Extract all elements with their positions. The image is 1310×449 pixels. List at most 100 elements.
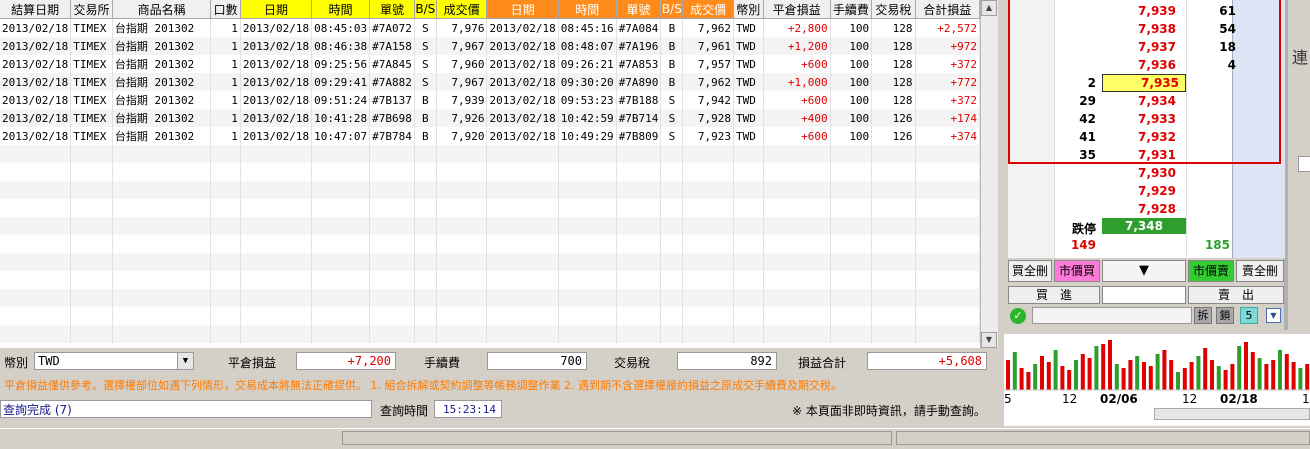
column-header[interactable]: 時間: [558, 0, 617, 19]
table-cell: [369, 217, 415, 235]
column-header[interactable]: 合計損益: [915, 0, 980, 19]
table-cell: 2013/02/18: [486, 37, 559, 55]
table-cell: [733, 217, 764, 235]
table-cell: [0, 217, 72, 235]
price-level[interactable]: 7,928: [1102, 202, 1186, 216]
table-row[interactable]: 2013/02/18 TIMEX 台指期 201302 1 2013/02/18 08:4…: [0, 37, 980, 55]
column-header[interactable]: B/S: [660, 0, 684, 19]
table-row[interactable]: 2013/02/18 TIMEX 台指期 201302 1 2013/02/18 10:4…: [0, 127, 980, 145]
table-cell: S: [414, 55, 437, 73]
table-cell: [311, 253, 371, 271]
column-header[interactable]: 交易稅: [871, 0, 916, 19]
table-cell: [0, 271, 72, 289]
sell-all-delete-button[interactable]: 賣全刪: [1236, 260, 1284, 282]
table-row[interactable]: [0, 253, 980, 271]
split-button[interactable]: 拆: [1194, 307, 1212, 324]
volume-bar: [1148, 366, 1153, 390]
table-cell: [436, 235, 488, 253]
market-sell-button[interactable]: 市價賣: [1188, 260, 1234, 282]
column-header[interactable]: 日期: [240, 0, 313, 19]
price-direction-button[interactable]: ▼: [1102, 260, 1186, 282]
table-cell: [616, 325, 662, 343]
volume-bar: [1203, 348, 1208, 390]
table-row[interactable]: 2013/02/18 TIMEX 台指期 201302 1 2013/02/18 09:2…: [0, 55, 980, 73]
table-row[interactable]: [0, 325, 980, 343]
market-buy-button[interactable]: 市價買: [1054, 260, 1100, 282]
table-cell: +1,000: [763, 73, 831, 91]
column-header[interactable]: 商品名稱: [112, 0, 212, 19]
table-cell: 1: [210, 109, 241, 127]
check-icon[interactable]: ✓: [1010, 308, 1026, 324]
table-row[interactable]: [0, 307, 980, 325]
table-cell: 2013/02/18: [486, 91, 559, 109]
column-header[interactable]: 成交價: [436, 0, 488, 19]
table-row[interactable]: [0, 289, 980, 307]
chart-horizontal-scrollbar[interactable]: [1154, 408, 1310, 420]
table-cell: [70, 235, 113, 253]
column-header[interactable]: 平倉損益: [763, 0, 831, 19]
column-header[interactable]: 單號: [369, 0, 415, 19]
table-cell: 台指期 201302: [112, 37, 212, 55]
chevron-down-icon[interactable]: ▼: [177, 353, 193, 369]
table-row[interactable]: 2013/02/18 TIMEX 台指期 201302 1 2013/02/18 09:5…: [0, 91, 980, 109]
price-level[interactable]: 7,930: [1102, 166, 1186, 180]
table-row[interactable]: [0, 145, 980, 163]
table-cell: B: [660, 18, 684, 37]
table-cell: [871, 325, 916, 343]
currency-select[interactable]: TWD ▼: [34, 352, 194, 370]
table-row[interactable]: [0, 235, 980, 253]
table-row[interactable]: 2013/02/18 TIMEX 台指期 201302 1 2013/02/18 09:2…: [0, 73, 980, 91]
table-cell: [112, 307, 212, 325]
buy-all-delete-button[interactable]: 買全刪: [1008, 260, 1052, 282]
lock-button[interactable]: 鎖: [1216, 307, 1234, 324]
scroll-down-arrow-icon[interactable]: ▼: [981, 332, 997, 348]
grid-vertical-scrollbar[interactable]: ▲ ▼: [980, 0, 998, 348]
table-row[interactable]: [0, 163, 980, 181]
five-levels-button[interactable]: 5: [1240, 307, 1258, 324]
buy-button[interactable]: 買 進: [1008, 286, 1100, 304]
table-cell: 08:46:38: [311, 37, 371, 55]
column-header[interactable]: 口數: [210, 0, 241, 19]
column-header[interactable]: B/S: [414, 0, 437, 19]
table-row[interactable]: [0, 181, 980, 199]
column-header[interactable]: 手續費: [830, 0, 873, 19]
table-cell: [210, 181, 241, 199]
table-cell: [70, 217, 113, 235]
table-cell: [763, 163, 831, 181]
table-cell: [733, 145, 764, 163]
table-cell: [763, 271, 831, 289]
table-row[interactable]: 2013/02/18 TIMEX 台指期 201302 1 2013/02/18 08:4…: [0, 18, 980, 37]
expand-down-icon[interactable]: ▼: [1266, 308, 1281, 323]
table-cell: S: [414, 18, 437, 37]
table-row[interactable]: 2013/02/18 TIMEX 台指期 201302 1 2013/02/18 10:4…: [0, 109, 980, 127]
column-header[interactable]: 時間: [311, 0, 371, 19]
column-header[interactable]: 成交價: [682, 0, 735, 19]
table-cell: [0, 307, 72, 325]
table-cell: 09:53:23: [558, 91, 617, 109]
column-header[interactable]: 單號: [616, 0, 662, 19]
scroll-up-arrow-icon[interactable]: ▲: [981, 0, 997, 16]
table-row[interactable]: [0, 199, 980, 217]
table-row[interactable]: [0, 271, 980, 289]
volume-bar: [1305, 364, 1310, 390]
table-cell: #7A882: [369, 73, 415, 91]
table-row[interactable]: [0, 217, 980, 235]
table-cell: [369, 235, 415, 253]
table-cell: 1: [210, 127, 241, 145]
column-header[interactable]: 交易所: [70, 0, 113, 19]
column-header[interactable]: 日期: [486, 0, 559, 19]
order-message-field[interactable]: [1032, 307, 1192, 324]
table-cell: [311, 217, 371, 235]
column-header[interactable]: 結算日期: [0, 0, 72, 19]
volume-bar: [1210, 360, 1214, 390]
sell-button[interactable]: 賣 出: [1188, 286, 1284, 304]
table-cell: TIMEX: [70, 91, 113, 109]
column-header[interactable]: 幣別: [733, 0, 764, 19]
order-price-input[interactable]: [1102, 286, 1186, 304]
table-cell: [436, 253, 488, 271]
table-cell: [682, 217, 735, 235]
table-cell: [311, 307, 371, 325]
chart-x-label: 5: [1004, 392, 1012, 406]
price-level[interactable]: 7,929: [1102, 184, 1186, 198]
table-cell: [682, 181, 735, 199]
